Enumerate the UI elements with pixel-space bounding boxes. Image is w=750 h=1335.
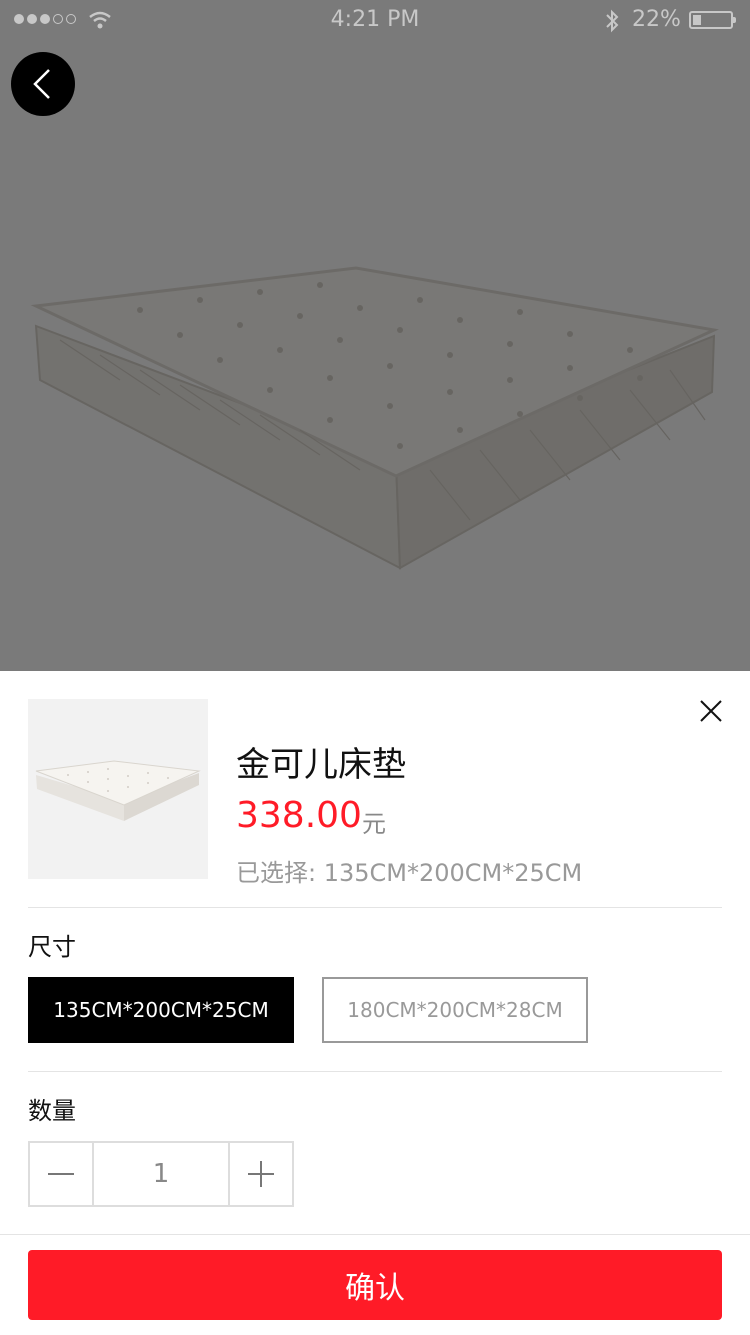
back-button[interactable] <box>11 52 75 116</box>
product-thumbnail <box>28 699 208 879</box>
battery-icon <box>689 11 736 29</box>
quantity-input[interactable]: 1 <box>94 1143 228 1205</box>
quantity-section-label: 数量 <box>28 1097 76 1125</box>
size-option-label: 180CM*200CM*28CM <box>347 998 563 1022</box>
bluetooth-icon <box>606 9 619 33</box>
divider <box>28 1071 722 1072</box>
sku-selector-sheet: 金可儿床垫 338.00 元 已选择: 135CM*200CM*25CM 尺寸 … <box>0 671 750 1335</box>
battery-percent: 22% <box>632 7 681 32</box>
decrement-button[interactable] <box>30 1143 94 1205</box>
size-section-label: 尺寸 <box>28 933 76 961</box>
size-option-135[interactable]: 135CM*200CM*25CM <box>28 977 294 1043</box>
minus-icon <box>48 1173 74 1175</box>
product-price: 338.00 <box>236 795 362 836</box>
plus-icon <box>248 1161 274 1187</box>
status-bar: 4:21 PM 22% <box>0 0 750 40</box>
dim-overlay[interactable] <box>0 0 750 671</box>
product-title: 金可儿床垫 <box>236 745 406 785</box>
battery-level <box>693 15 701 25</box>
confirm-button[interactable]: 确认 <box>28 1250 722 1320</box>
selected-spec-text: 已选择: 135CM*200CM*25CM <box>236 859 583 887</box>
size-option-label: 135CM*200CM*25CM <box>53 998 269 1022</box>
chevron-left-icon <box>33 69 50 99</box>
close-icon <box>700 700 722 722</box>
confirm-bar: 确认 <box>0 1234 750 1335</box>
price-unit: 元 <box>362 810 386 838</box>
quantity-stepper: 1 <box>28 1141 294 1207</box>
size-option-180[interactable]: 180CM*200CM*28CM <box>322 977 588 1043</box>
increment-button[interactable] <box>228 1143 292 1205</box>
divider <box>28 907 722 908</box>
close-button[interactable] <box>694 694 728 728</box>
product-hero <box>0 0 750 671</box>
